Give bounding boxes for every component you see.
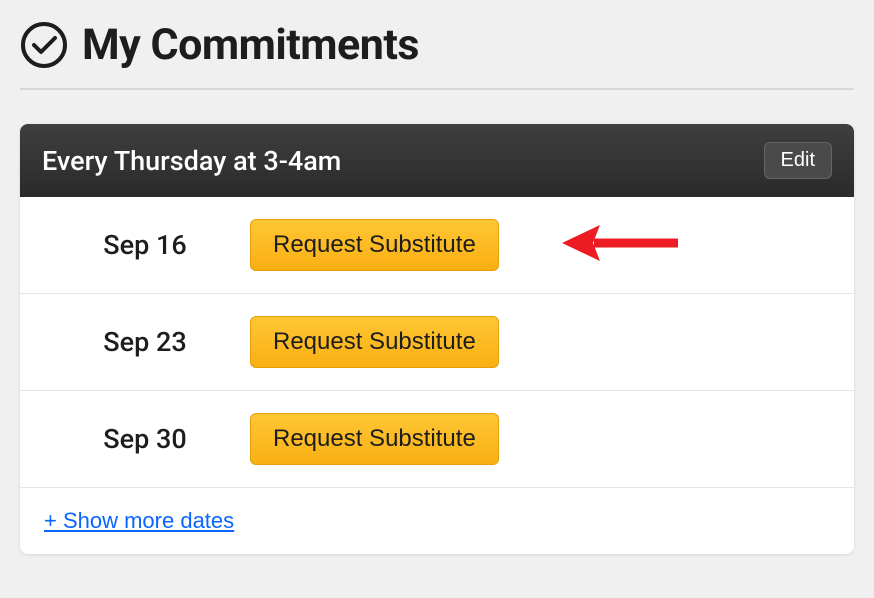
schedule-title: Every Thursday at 3-4am: [42, 145, 341, 177]
table-row: Sep 23 Request Substitute: [20, 294, 854, 391]
table-row: Sep 30 Request Substitute: [20, 391, 854, 488]
show-more-dates-link[interactable]: + Show more dates: [44, 508, 234, 534]
page-header: My Commitments: [20, 20, 854, 70]
check-circle-icon: [20, 21, 68, 69]
row-date: Sep 30: [20, 423, 250, 455]
commitment-card: Every Thursday at 3-4am Edit Sep 16 Requ…: [20, 124, 854, 554]
row-date: Sep 16: [20, 229, 250, 261]
page-title: My Commitments: [82, 20, 419, 70]
request-substitute-button[interactable]: Request Substitute: [250, 316, 499, 368]
header-divider: [20, 88, 854, 90]
edit-button[interactable]: Edit: [764, 142, 832, 179]
row-date: Sep 23: [20, 326, 250, 358]
request-substitute-button[interactable]: Request Substitute: [250, 219, 499, 271]
request-substitute-button[interactable]: Request Substitute: [250, 413, 499, 465]
table-row: Sep 16 Request Substitute: [20, 197, 854, 294]
card-header: Every Thursday at 3-4am Edit: [20, 124, 854, 197]
card-footer: + Show more dates: [20, 488, 854, 554]
arrow-annotation-icon: [560, 219, 680, 271]
